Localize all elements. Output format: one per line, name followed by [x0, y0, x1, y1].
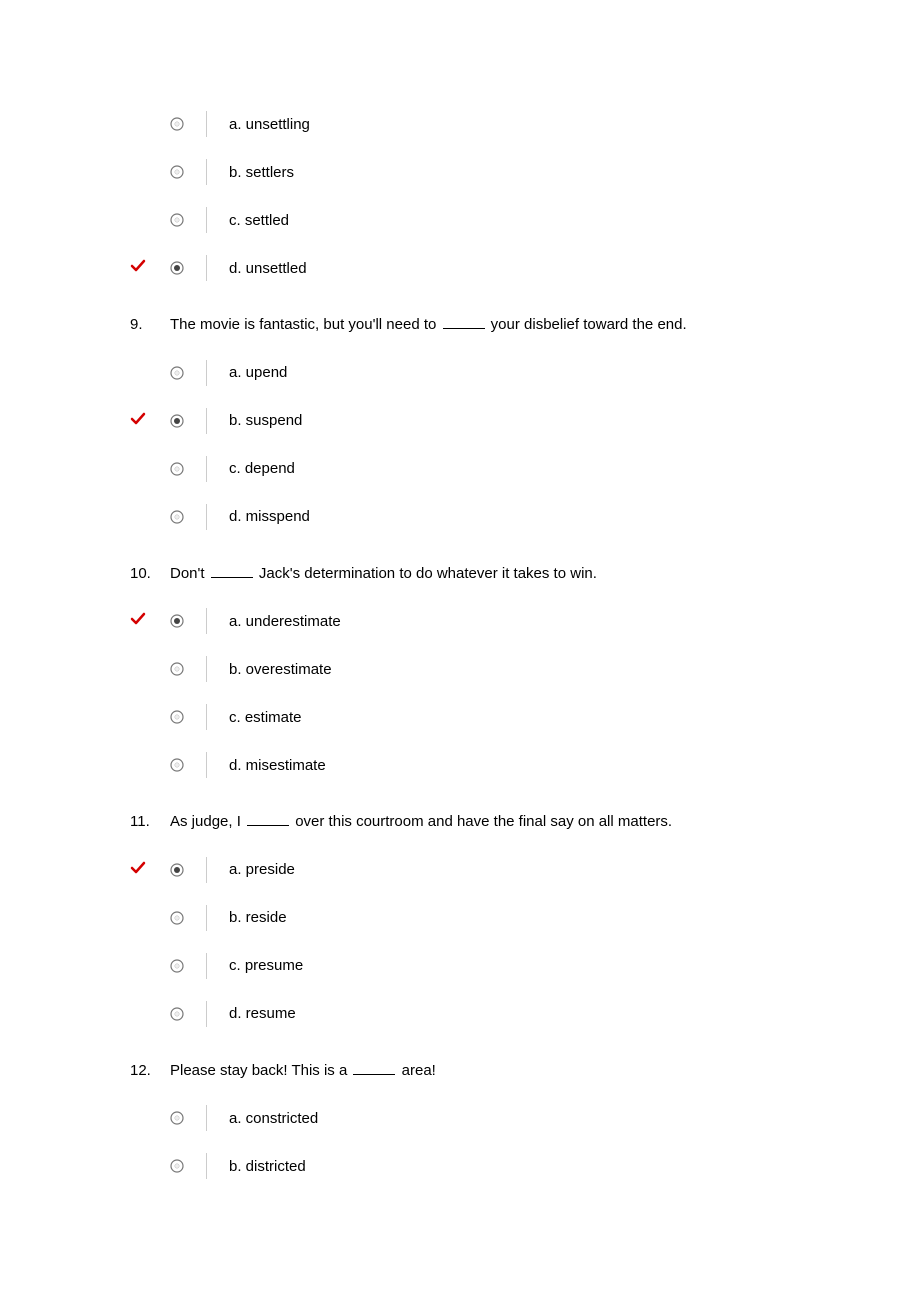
question-text-before: The movie is fantastic, but you'll need … [170, 316, 441, 333]
option-row: c. estimate [130, 693, 790, 741]
option-row: a. underestimate [130, 597, 790, 645]
option-row: b. districted [130, 1142, 790, 1190]
radio-button[interactable] [170, 1105, 207, 1131]
radio-button[interactable] [170, 360, 207, 386]
question-text: Please stay back! This is a area! [170, 1060, 790, 1083]
question-text: As judge, I over this courtroom and have… [170, 811, 790, 834]
correct-mark-column [130, 258, 170, 278]
question-text-after: over this courtroom and have the final s… [291, 813, 672, 830]
radio-button[interactable] [170, 608, 207, 634]
question-block: 10.Don't Jack's determination to do what… [130, 563, 790, 790]
radio-button[interactable] [170, 408, 207, 434]
option-row: a. unsettling [130, 100, 790, 148]
radio-button[interactable] [170, 1153, 207, 1179]
question-number: 10. [130, 565, 170, 582]
question-number: 11. [130, 813, 170, 830]
option-row: c. presume [130, 942, 790, 990]
question-text-after: area! [397, 1062, 435, 1079]
radio-button[interactable] [170, 504, 207, 530]
check-icon [130, 411, 146, 431]
question-prompt-row: 9.The movie is fantastic, but you'll nee… [130, 314, 790, 337]
quiz-page: a. unsettling b. settlers c. settled d. uns… [0, 0, 920, 1301]
check-icon [130, 611, 146, 631]
option-label: b. settlers [207, 164, 294, 181]
option-row: b. suspend [130, 397, 790, 445]
blank-underline [247, 825, 289, 826]
question-text-before: As judge, I [170, 813, 245, 830]
option-row: a. constricted [130, 1094, 790, 1142]
option-label: d. unsettled [207, 260, 307, 277]
question-block: 9.The movie is fantastic, but you'll nee… [130, 314, 790, 541]
question-block: 11.As judge, I over this courtroom and h… [130, 811, 790, 1038]
question-block: 12.Please stay back! This is a area! a. c… [130, 1060, 790, 1191]
question-number: 12. [130, 1062, 170, 1079]
correct-mark-column [130, 860, 170, 880]
question-text-after: Jack's determination to do whatever it t… [255, 565, 597, 582]
option-row: c. depend [130, 445, 790, 493]
option-label: c. settled [207, 212, 289, 229]
option-row: a. preside [130, 846, 790, 894]
question-text: Don't Jack's determination to do whateve… [170, 563, 790, 586]
option-label: c. estimate [207, 709, 302, 726]
radio-button[interactable] [170, 255, 207, 281]
option-label: a. upend [207, 364, 287, 381]
blank-underline [443, 328, 485, 329]
option-label: c. presume [207, 957, 303, 974]
option-label: a. preside [207, 861, 295, 878]
blank-underline [353, 1074, 395, 1075]
option-label: d. resume [207, 1005, 296, 1022]
option-label: d. misestimate [207, 757, 326, 774]
radio-button[interactable] [170, 656, 207, 682]
option-label: b. reside [207, 909, 287, 926]
question-prompt-row: 10.Don't Jack's determination to do what… [130, 563, 790, 586]
question-prompt-row: 12.Please stay back! This is a area! [130, 1060, 790, 1083]
option-row: d. misestimate [130, 741, 790, 789]
option-label: a. constricted [207, 1110, 318, 1127]
radio-button[interactable] [170, 159, 207, 185]
option-label: d. misspend [207, 508, 310, 525]
radio-button[interactable] [170, 456, 207, 482]
option-row: d. misspend [130, 493, 790, 541]
option-label: c. depend [207, 460, 295, 477]
option-row: c. settled [130, 196, 790, 244]
question-prompt-row: 11.As judge, I over this courtroom and h… [130, 811, 790, 834]
question-number: 9. [130, 316, 170, 333]
question-text-before: Don't [170, 565, 209, 582]
option-label: b. overestimate [207, 661, 332, 678]
radio-button[interactable] [170, 704, 207, 730]
option-row: b. overestimate [130, 645, 790, 693]
radio-button[interactable] [170, 1001, 207, 1027]
question-text-after: your disbelief toward the end. [487, 316, 687, 333]
check-icon [130, 860, 146, 880]
option-row: a. upend [130, 349, 790, 397]
option-label: b. suspend [207, 412, 302, 429]
option-row: d. unsettled [130, 244, 790, 292]
question-text: The movie is fantastic, but you'll need … [170, 314, 790, 337]
radio-button[interactable] [170, 905, 207, 931]
radio-button[interactable] [170, 207, 207, 233]
question-block: a. unsettling b. settlers c. settled d. uns… [130, 100, 790, 292]
option-row: b. reside [130, 894, 790, 942]
radio-button[interactable] [170, 953, 207, 979]
radio-button[interactable] [170, 111, 207, 137]
option-row: b. settlers [130, 148, 790, 196]
option-label: b. districted [207, 1158, 306, 1175]
blank-underline [211, 577, 253, 578]
check-icon [130, 258, 146, 278]
option-label: a. unsettling [207, 116, 310, 133]
question-text-before: Please stay back! This is a [170, 1062, 351, 1079]
radio-button[interactable] [170, 857, 207, 883]
correct-mark-column [130, 411, 170, 431]
option-label: a. underestimate [207, 613, 341, 630]
radio-button[interactable] [170, 752, 207, 778]
option-row: d. resume [130, 990, 790, 1038]
correct-mark-column [130, 611, 170, 631]
